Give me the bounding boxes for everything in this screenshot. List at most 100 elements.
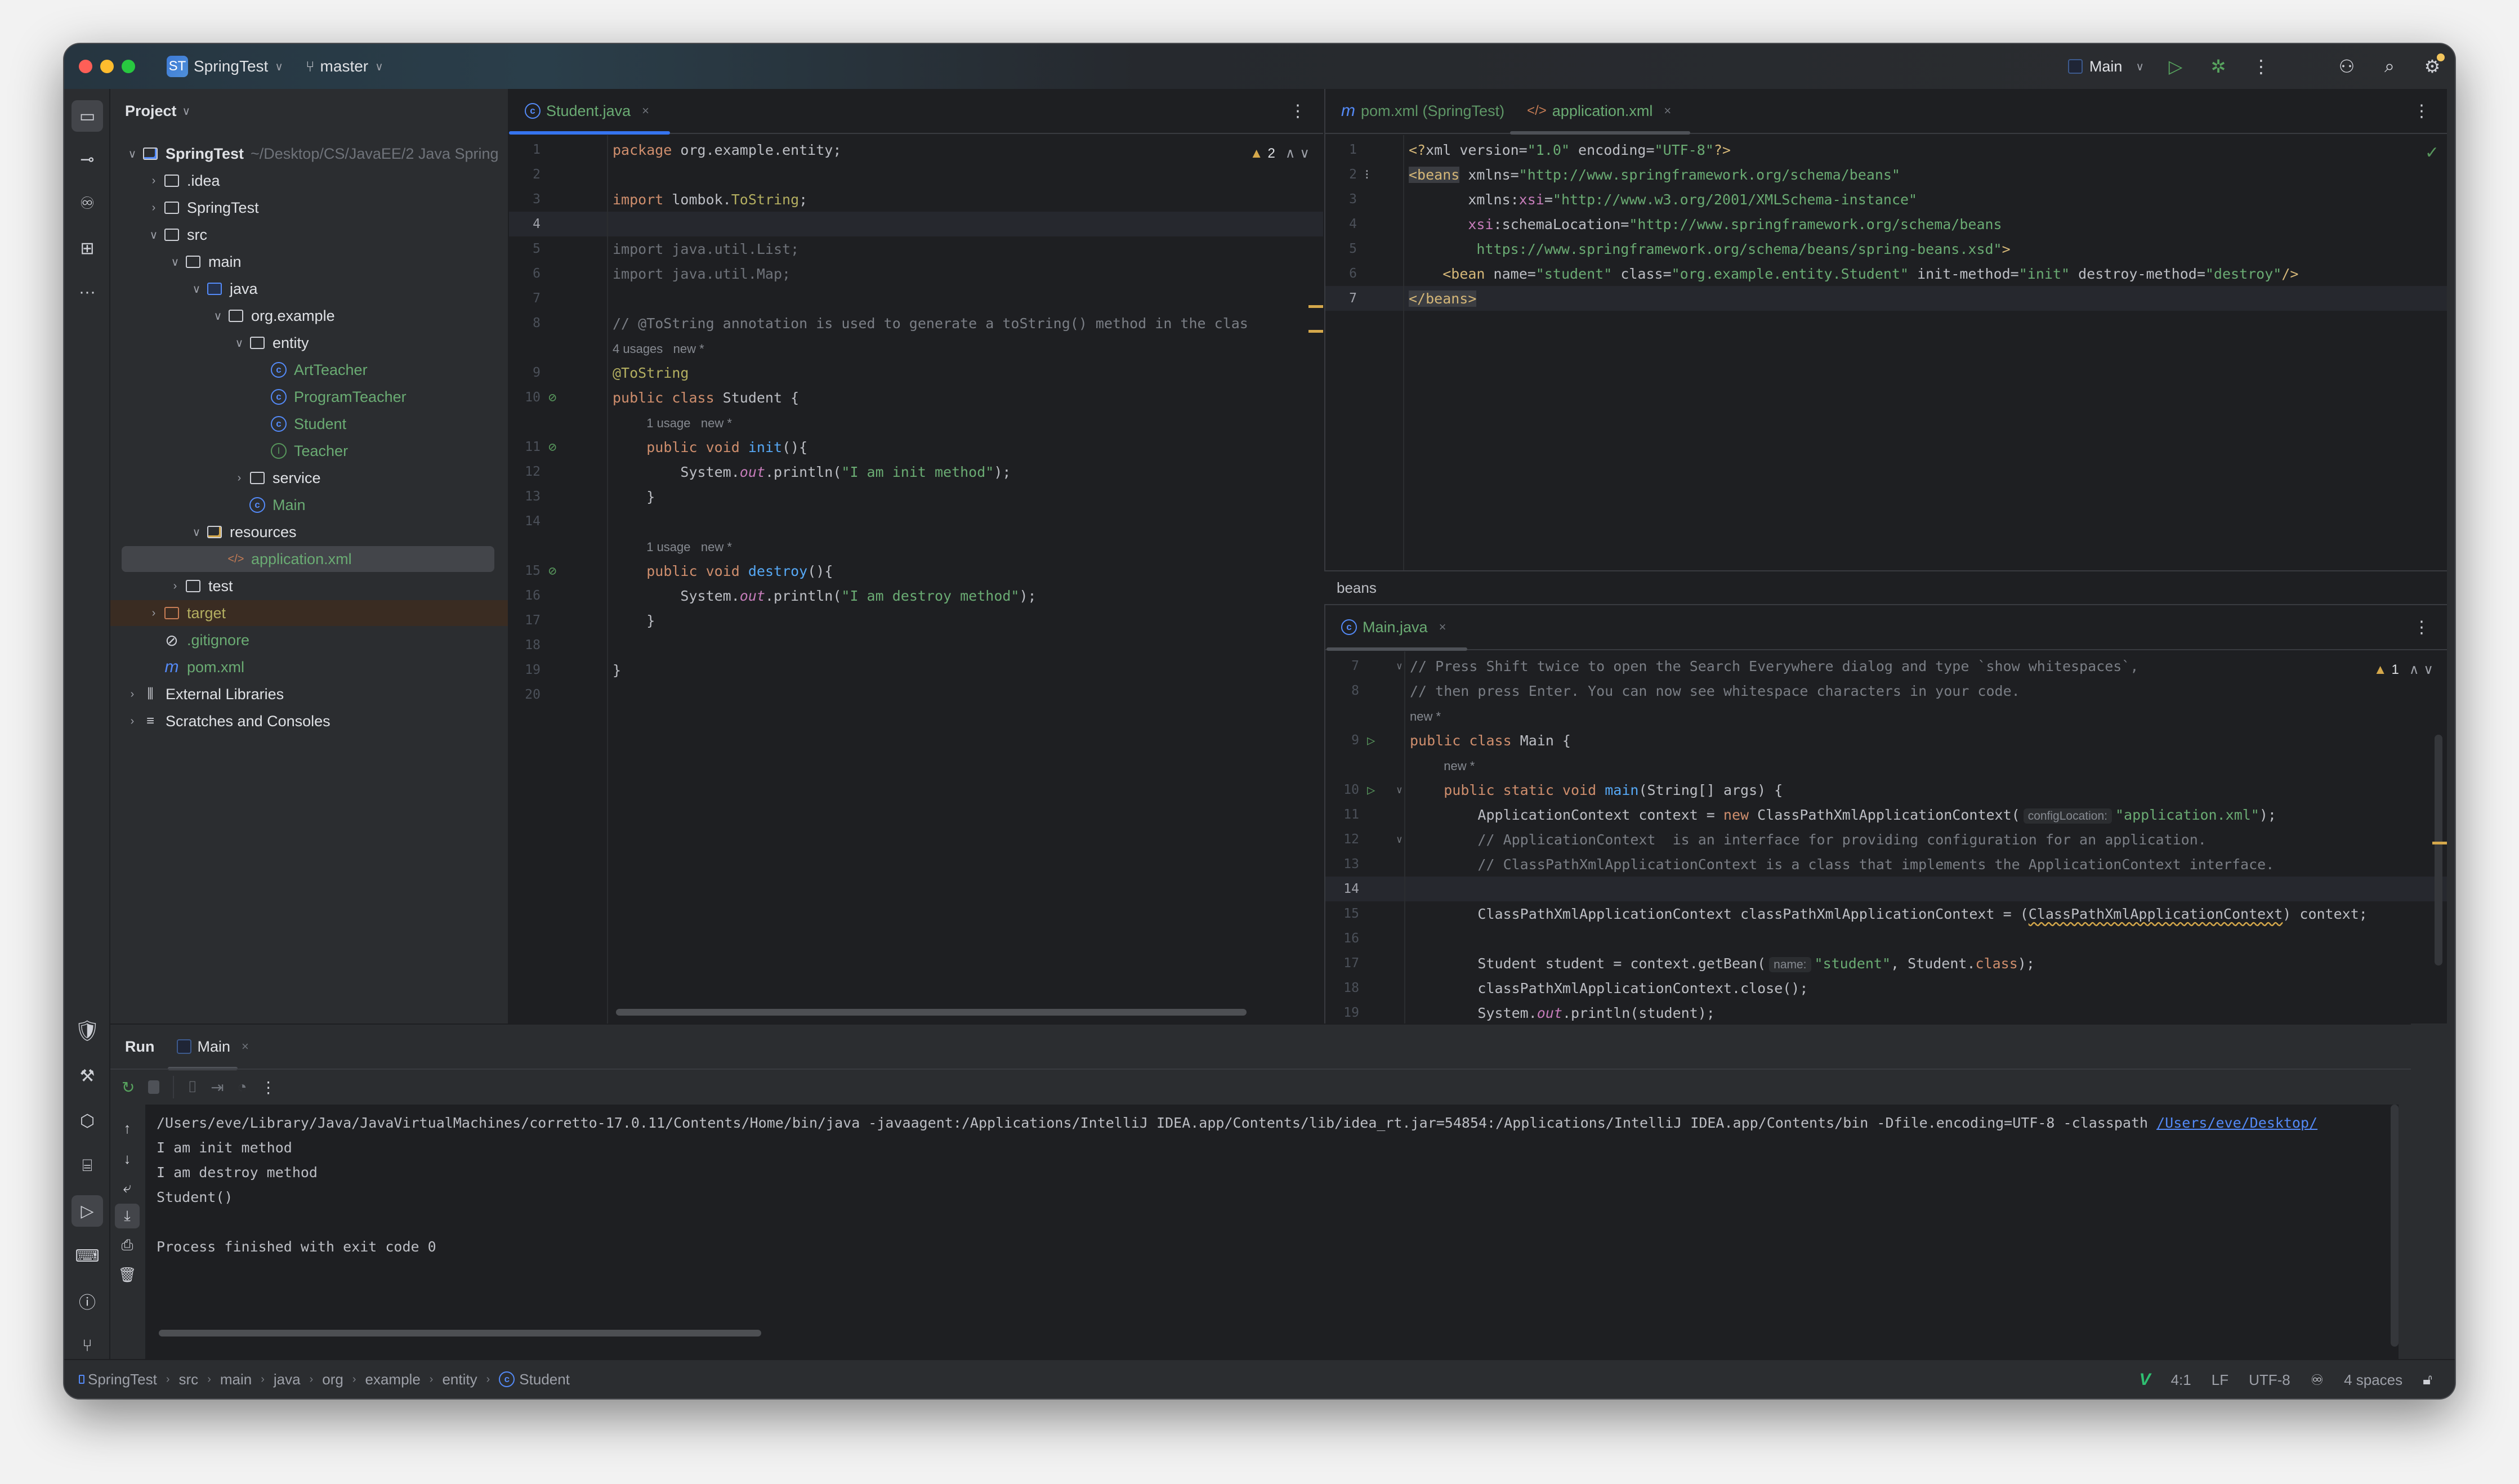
- dump-threads-button[interactable]: ⌷: [187, 1078, 197, 1097]
- chevron-right-icon[interactable]: ›: [231, 472, 248, 485]
- minimize-window-button[interactable]: [100, 60, 114, 73]
- chevron-right-icon[interactable]: ›: [145, 175, 162, 187]
- code-line[interactable]: 1 package org.example.entity;: [509, 137, 1323, 162]
- commit-icon[interactable]: ⊸: [72, 144, 103, 175]
- tab-options-button[interactable]: ⋮: [2413, 101, 2430, 121]
- code-line[interactable]: 10 ▷ ∨ public static void main(String[] ar…: [1325, 777, 2447, 802]
- tab-application-xml[interactable]: </> application.xml ×: [1510, 88, 1691, 135]
- tab-options-button[interactable]: ⋮: [1289, 101, 1306, 121]
- breadcrumb-item[interactable]: org: [322, 1371, 343, 1388]
- horizontal-scrollbar[interactable]: [159, 1330, 761, 1337]
- chevron-down-icon[interactable]: ∨: [124, 147, 141, 161]
- tree-item[interactable]: ∨ SpringTest ~/Desktop/CS/JavaEE/2 Java Sp…: [124, 141, 499, 167]
- run-gutter-icon[interactable]: ▷: [1367, 732, 1375, 748]
- code-line[interactable]: 2: [509, 162, 1323, 187]
- warning-stripe[interactable]: [1308, 330, 1323, 333]
- tree-item[interactable]: ∨ entity: [231, 330, 309, 356]
- code-area[interactable]: 1 package org.example.entity; 2 3 import lom…: [509, 135, 1323, 1023]
- breadcrumb-item[interactable]: main: [220, 1371, 252, 1388]
- scroll-down-icon[interactable]: ↓: [115, 1146, 140, 1171]
- code-line[interactable]: 4 usages new *: [509, 336, 1323, 360]
- run-configuration-selector[interactable]: Main ∨: [2067, 58, 2144, 75]
- project-switcher[interactable]: SpringTest: [194, 57, 268, 75]
- clear-trash-icon[interactable]: 🗑︎: [115, 1262, 140, 1287]
- tree-item[interactable]: </> application.xml: [122, 546, 494, 572]
- code-line[interactable]: 13 }: [509, 484, 1323, 509]
- vertical-scrollbar[interactable]: [2391, 1105, 2399, 1347]
- warning-stripe[interactable]: [2432, 842, 2447, 844]
- chevron-right-icon[interactable]: ›: [124, 688, 141, 701]
- inspection-widget[interactable]: ▲ 2 ∧ ∨: [1250, 145, 1310, 162]
- chevron-down-icon[interactable]: ∨: [188, 525, 205, 539]
- chevron-down-icon[interactable]: ∨: [188, 282, 205, 296]
- tab-student-java[interactable]: c Student.java ×: [509, 88, 670, 135]
- git-icon[interactable]: ⑂: [72, 1330, 103, 1362]
- code-line[interactable]: 19}: [509, 658, 1323, 682]
- project-badge[interactable]: ST: [167, 56, 188, 77]
- code-line[interactable]: 1 usage new *: [509, 534, 1323, 558]
- warning-stripe[interactable]: [1308, 305, 1323, 308]
- code-line[interactable]: 18: [509, 633, 1323, 658]
- more-actions-button[interactable]: ⋮: [2250, 56, 2272, 77]
- chevron-right-icon[interactable]: ›: [145, 607, 162, 620]
- vim-plugin-icon[interactable]: V: [2140, 1370, 2151, 1389]
- code-line[interactable]: 7 ∨ // Press Shift twice to open the Searc…: [1325, 654, 2447, 678]
- horizontal-scrollbar[interactable]: [616, 1009, 1247, 1016]
- run-tab-main[interactable]: Main ×: [168, 1038, 249, 1070]
- tree-item[interactable]: ∨ main: [167, 249, 242, 275]
- code-line[interactable]: 17 Student student = context.getBean(nam…: [1325, 951, 2447, 976]
- code-line[interactable]: 7 </beans>: [1325, 286, 2447, 311]
- run-tool-icon[interactable]: ▷: [72, 1195, 103, 1227]
- code-line[interactable]: 13 // ClassPathXmlApplicationContext is …: [1325, 852, 2447, 877]
- settings-button[interactable]: ⚙: [2421, 53, 2445, 77]
- inspection-widget[interactable]: ▲ 1 ∧ ∨: [2374, 661, 2433, 678]
- line-separator[interactable]: LF: [2212, 1371, 2228, 1389]
- rerun-button[interactable]: ↻: [122, 1078, 135, 1097]
- previous-highlight-icon[interactable]: ∧: [1285, 145, 1296, 162]
- code-line[interactable]: 8 // @ToString annotation is used to gene…: [509, 311, 1323, 336]
- tree-item[interactable]: ∨ org.example: [209, 303, 335, 329]
- code-line[interactable]: new *: [1325, 753, 2447, 777]
- project-view-selector[interactable]: Project ∨: [110, 89, 508, 133]
- tree-item[interactable]: ∨ src: [145, 222, 207, 248]
- code-line[interactable]: 4 xsi:schemaLocation="http://www.springf…: [1325, 212, 2447, 236]
- tree-item[interactable]: ∨ java: [188, 276, 258, 302]
- code-line[interactable]: 18 classPathXmlApplicationContext.close(…: [1325, 976, 2447, 1000]
- chevron-down-icon[interactable]: ∨: [167, 255, 184, 269]
- code-line[interactable]: new *: [1325, 703, 2447, 728]
- build-hammer-icon[interactable]: ⚒: [72, 1060, 103, 1092]
- fold-toggle-icon[interactable]: ∨: [1396, 660, 1403, 672]
- tree-item[interactable]: › target: [110, 600, 508, 626]
- search-everywhere-button[interactable]: ⌕: [2378, 56, 2401, 77]
- breadcrumb-item[interactable]: Student: [519, 1371, 570, 1388]
- scroll-up-icon[interactable]: ↑: [115, 1116, 140, 1141]
- terminal-icon[interactable]: ⌨: [72, 1240, 103, 1272]
- add-user-button[interactable]: ⚇: [2335, 56, 2358, 77]
- spring-bean-gutter-icon[interactable]: ⊘: [548, 390, 556, 405]
- breadcrumb-item[interactable]: example: [365, 1371, 421, 1388]
- code-line[interactable]: 3 import lombok.ToString;: [509, 187, 1323, 212]
- code-line[interactable]: 12 ∨ // ApplicationContext is an interfac…: [1325, 827, 2447, 852]
- code-line[interactable]: 9 ▷ public class Main {: [1325, 728, 2447, 753]
- code-line[interactable]: 15 ⊘ public void destroy(){: [509, 558, 1323, 583]
- code-line[interactable]: 11 ApplicationContext context = new Clas…: [1325, 802, 2447, 827]
- chevron-right-icon[interactable]: ›: [124, 715, 141, 728]
- branch-switcher[interactable]: master: [320, 57, 369, 75]
- code-line[interactable]: 6 import java.util.Map;: [509, 261, 1323, 286]
- code-line[interactable]: 11 ⊘ public void init(){: [509, 435, 1323, 459]
- close-tab-icon[interactable]: ×: [1664, 104, 1671, 118]
- fold-toggle-icon[interactable]: ∨: [1396, 784, 1403, 796]
- tree-item[interactable]: › SpringTest: [145, 195, 259, 221]
- breadcrumb-item[interactable]: SpringTest: [88, 1371, 157, 1388]
- code-line[interactable]: 4: [509, 212, 1323, 236]
- tree-item[interactable]: › test: [167, 573, 233, 599]
- tree-item[interactable]: › service: [231, 465, 321, 491]
- tab-main-java[interactable]: c Main.java ×: [1327, 605, 1467, 651]
- code-line[interactable]: 5 https://www.springframework.org/schema…: [1325, 236, 2447, 261]
- breadcrumb-item[interactable]: entity: [442, 1371, 477, 1388]
- services-icon[interactable]: ⬡: [72, 1105, 103, 1137]
- tree-item[interactable]: c ProgramTeacher: [252, 384, 407, 410]
- code-line[interactable]: 16 System.out.println("I am destroy meth…: [509, 583, 1323, 608]
- close-window-button[interactable]: [79, 60, 92, 73]
- chevron-down-icon[interactable]: ∨: [145, 228, 162, 242]
